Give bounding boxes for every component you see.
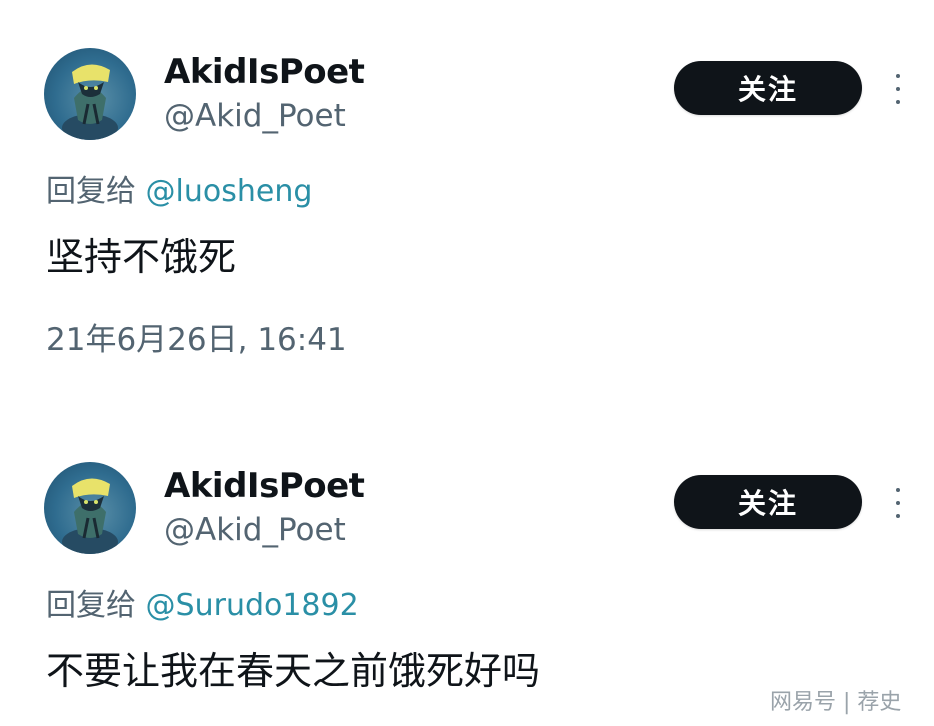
tweet-card[interactable]: AkidIsPoet @Akid_Poet 关注 回复给 @Surudo1892… xyxy=(0,414,934,726)
avatar[interactable] xyxy=(44,462,136,554)
tweet-text: 不要让我在春天之前饿死好吗 xyxy=(46,649,541,693)
user-handle[interactable]: @Akid_Poet xyxy=(164,512,346,548)
avatar-illustration xyxy=(62,64,118,140)
display-name[interactable]: AkidIsPoet xyxy=(164,52,365,92)
watermark: 网易号 | 荐史 xyxy=(770,690,902,715)
reply-prefix: 回复给 xyxy=(46,588,146,623)
user-handle[interactable]: @Akid_Poet xyxy=(164,98,346,134)
display-name[interactable]: AkidIsPoet xyxy=(164,466,365,506)
tweet-text: 坚持不饿死 xyxy=(46,235,237,279)
more-vertical-icon[interactable] xyxy=(894,74,902,104)
tweet-card[interactable]: AkidIsPoet @Akid_Poet 关注 回复给 @luosheng 坚… xyxy=(0,0,934,400)
reply-context: 回复给 @luosheng xyxy=(46,166,312,210)
reply-mention-link[interactable]: @luosheng xyxy=(146,174,313,209)
reply-context: 回复给 @Surudo1892 xyxy=(46,580,359,624)
avatar-illustration xyxy=(62,478,118,554)
reply-prefix: 回复给 xyxy=(46,174,146,209)
more-vertical-icon[interactable] xyxy=(894,488,902,518)
follow-button[interactable]: 关注 xyxy=(674,475,862,529)
avatar[interactable] xyxy=(44,48,136,140)
reply-mention-link[interactable]: @Surudo1892 xyxy=(146,588,359,623)
tweet-timestamp[interactable]: 21年6月26日, 16:41 xyxy=(46,314,347,359)
follow-button[interactable]: 关注 xyxy=(674,61,862,115)
